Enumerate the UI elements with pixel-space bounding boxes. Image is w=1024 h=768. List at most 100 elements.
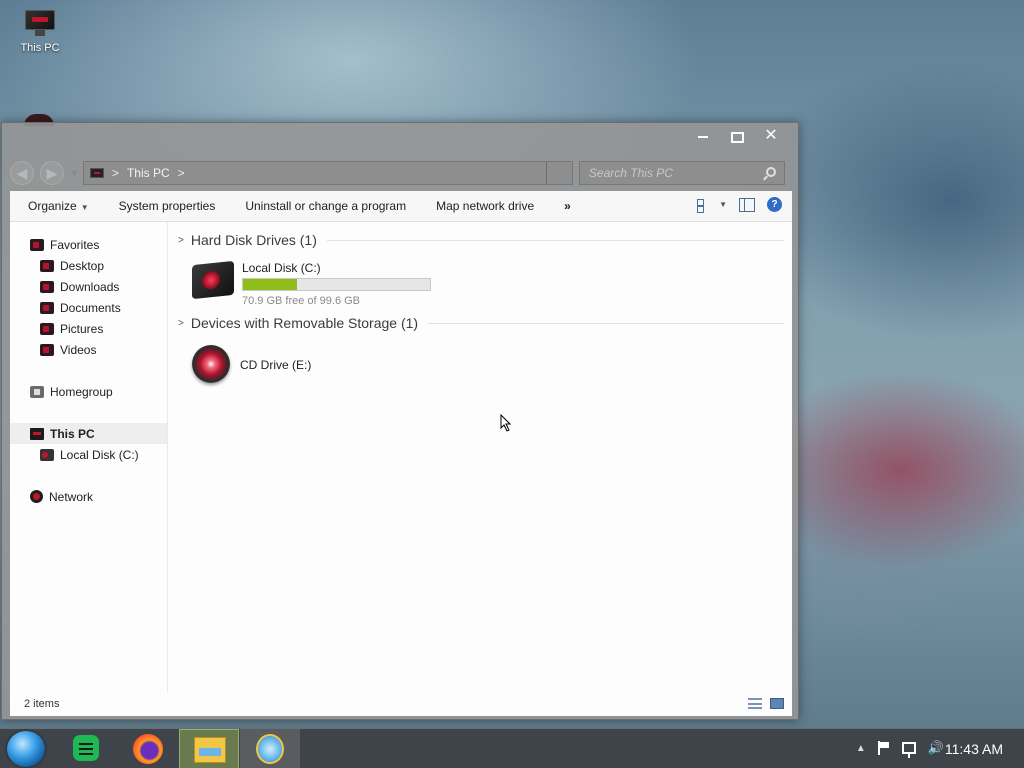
desktop-folder-icon xyxy=(40,259,54,272)
drive-item-cd-drive[interactable]: CD Drive (E:) xyxy=(192,345,311,383)
large-icons-view-icon[interactable] xyxy=(770,698,784,709)
sidebar-item-desktop[interactable]: Desktop xyxy=(10,255,167,276)
navigation-bar: ◀ ▶ ▼ > This PC > Search This PC xyxy=(10,160,792,186)
system-tray: ▲ 🔊 xyxy=(856,740,944,758)
sidebar-item-this-pc[interactable]: This PC xyxy=(10,423,167,444)
preview-pane-icon[interactable] xyxy=(739,197,755,212)
breadcrumb-this-pc[interactable]: This PC xyxy=(127,166,170,180)
organize-label: Organize xyxy=(28,199,77,213)
drive-usage-bar xyxy=(242,278,431,291)
sidebar-item-label: Videos xyxy=(60,342,97,357)
network-status-icon[interactable] xyxy=(901,742,916,758)
drive-free-space: 70.9 GB free of 99.6 GB xyxy=(242,295,361,307)
volume-icon[interactable]: 🔊 xyxy=(928,740,944,756)
status-bar: 2 items xyxy=(10,692,792,716)
chevron-right-icon: > xyxy=(178,234,184,246)
window-controls: ✕ xyxy=(688,127,786,145)
minimize-button[interactable] xyxy=(688,127,718,145)
taskbar-app-internet-explorer[interactable] xyxy=(240,729,300,768)
breadcrumb-separator[interactable]: > xyxy=(112,166,119,180)
toolbar-view-controls: ▼ ? xyxy=(697,197,782,213)
mouse-cursor-icon xyxy=(500,414,512,432)
sidebar-item-label: Network xyxy=(49,489,94,504)
view-options-chevron-icon[interactable]: ▼ xyxy=(719,200,727,209)
item-count: 2 items xyxy=(24,698,60,710)
file-explorer-icon xyxy=(194,737,226,763)
map-network-drive-button[interactable]: Map network drive xyxy=(436,199,534,213)
taskbar-clock[interactable]: 11:43 AM xyxy=(945,741,1003,757)
drive-name: CD Drive (E:) xyxy=(240,358,312,372)
change-view-icon[interactable] xyxy=(697,198,713,213)
system-properties-button[interactable]: System properties xyxy=(119,199,216,213)
sidebar-item-label: Homegroup xyxy=(50,384,113,399)
group-divider xyxy=(428,322,784,324)
uninstall-program-button[interactable]: Uninstall or change a program xyxy=(245,199,406,213)
organize-button[interactable]: Organize ▼ xyxy=(28,199,89,213)
taskbar-app-file-explorer[interactable] xyxy=(179,729,239,768)
search-box[interactable]: Search This PC xyxy=(578,161,785,185)
sidebar-item-pictures[interactable]: Pictures xyxy=(10,318,167,339)
more-commands-button[interactable]: » xyxy=(564,199,571,213)
action-center-flag-icon[interactable] xyxy=(877,741,890,755)
back-button[interactable]: ◀ xyxy=(10,161,34,185)
group-header-label: Devices with Removable Storage (1) xyxy=(190,315,419,331)
pictures-folder-icon xyxy=(40,322,54,335)
sidebar-item-favorites[interactable]: Favorites xyxy=(10,234,167,255)
drive-usage-fill xyxy=(243,279,297,290)
internet-explorer-icon xyxy=(256,734,284,764)
show-hidden-icons-button[interactable]: ▲ xyxy=(856,743,866,754)
notes-app-icon xyxy=(73,735,99,761)
drive-item-local-disk[interactable]: Local Disk (C:) 70.9 GB free of 99.6 GB xyxy=(192,259,431,307)
sidebar-item-local-disk[interactable]: Local Disk (C:) xyxy=(10,444,167,465)
taskbar-app-notes[interactable] xyxy=(55,729,115,768)
sidebar-item-label: Documents xyxy=(60,300,121,315)
sidebar-item-label: Pictures xyxy=(60,321,104,336)
explorer-window: ✕ ◀ ▶ ▼ > This PC > Search This PC Organ… xyxy=(1,122,799,720)
drive-name: Local Disk (C:) xyxy=(242,261,321,275)
hard-disk-icon xyxy=(192,260,234,300)
sidebar-item-homegroup[interactable]: Homegroup xyxy=(10,381,167,402)
recent-locations-button[interactable]: ▼ xyxy=(70,168,79,178)
forward-button[interactable]: ▶ xyxy=(40,161,64,185)
start-button[interactable] xyxy=(7,731,45,767)
details-view-icon[interactable] xyxy=(748,698,762,709)
sidebar-item-label: Favorites xyxy=(50,237,100,252)
chevron-down-icon: ▼ xyxy=(80,203,89,212)
chevron-right-icon: > xyxy=(178,317,184,329)
cd-drive-icon xyxy=(192,345,230,383)
taskbar: ▲ 🔊 11:43 AM xyxy=(0,728,1024,768)
desktop-icon-label: This PC xyxy=(20,42,60,54)
group-header-label: Hard Disk Drives (1) xyxy=(190,232,317,248)
forward-arrow-icon: ▶ xyxy=(46,165,58,181)
sidebar-item-documents[interactable]: Documents xyxy=(10,297,167,318)
status-view-buttons xyxy=(748,698,784,709)
close-button[interactable]: ✕ xyxy=(756,127,786,145)
address-refresh-button[interactable] xyxy=(545,162,572,184)
maximize-button[interactable] xyxy=(722,127,752,145)
sidebar-item-label: Local Disk (C:) xyxy=(60,447,139,462)
command-bar: Organize ▼ System properties Uninstall or… xyxy=(10,191,792,222)
taskbar-app-firefox[interactable] xyxy=(117,729,177,768)
group-header-hard-disks[interactable]: > Hard Disk Drives (1) xyxy=(178,232,784,248)
sidebar-item-label: This PC xyxy=(50,426,95,441)
network-icon xyxy=(30,490,43,503)
address-bar[interactable]: > This PC > xyxy=(82,161,573,185)
firefox-icon xyxy=(133,734,163,764)
sidebar-item-videos[interactable]: Videos xyxy=(10,339,167,360)
sidebar-item-network[interactable]: Network xyxy=(10,486,167,507)
sidebar-item-label: Downloads xyxy=(60,279,120,294)
this-pc-icon xyxy=(30,427,44,440)
search-input[interactable]: Search This PC xyxy=(589,166,673,180)
favorites-star-icon xyxy=(30,238,44,251)
breadcrumb-separator[interactable]: > xyxy=(178,166,185,180)
search-icon[interactable] xyxy=(765,167,776,177)
group-divider xyxy=(326,239,784,241)
downloads-folder-icon xyxy=(40,280,54,293)
group-header-removable[interactable]: > Devices with Removable Storage (1) xyxy=(178,315,784,331)
desktop-icon-this-pc[interactable]: This PC xyxy=(14,8,66,54)
help-icon[interactable]: ? xyxy=(767,197,782,212)
sidebar-item-downloads[interactable]: Downloads xyxy=(10,276,167,297)
this-pc-small-icon xyxy=(89,168,104,178)
